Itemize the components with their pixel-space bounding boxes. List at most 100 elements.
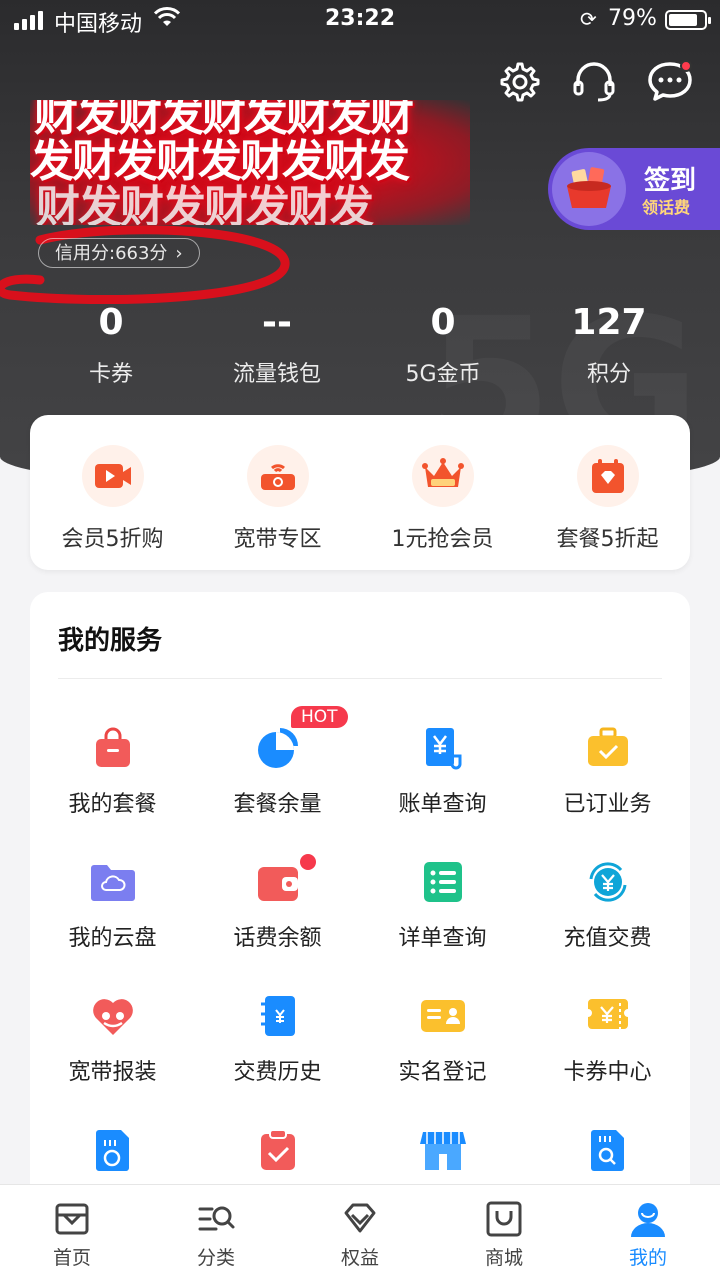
message-unread-dot — [680, 60, 692, 72]
promo-broadband[interactable]: 宽带专区 — [195, 415, 360, 570]
service-label: 详单查询 — [398, 926, 487, 951]
tab-category[interactable]: 分类 — [144, 1185, 288, 1280]
sd-search-icon — [584, 1126, 632, 1174]
shop-icon — [486, 1201, 522, 1237]
yuan-refresh-icon — [584, 858, 632, 906]
service-bill-query[interactable]: 账单查询 — [360, 700, 525, 834]
clipboard-icon — [254, 1126, 302, 1174]
service-detail-query[interactable]: 详单查询 — [360, 834, 525, 968]
service-label: 实名登记 — [398, 1060, 487, 1085]
signin-subtitle: 领话费 — [642, 198, 691, 217]
promo-plan-discount[interactable]: 套餐5折起 — [525, 415, 690, 570]
status-bar: 中国移动 23:22 ⟳ 79% — [0, 0, 720, 40]
tab-label: 商城 — [484, 1247, 523, 1269]
services-grid: 我的套餐 HOT 套餐余量 账单查询 已订业务 我的云盘 话费余额 详单查询 充… — [30, 700, 690, 1236]
promo-label: 1元抢会员 — [391, 527, 494, 552]
service-label: 充值交费 — [563, 926, 652, 951]
service-label: 卡券中心 — [563, 1060, 652, 1085]
tab-label: 权益 — [340, 1247, 379, 1269]
list-icon — [419, 858, 467, 906]
notebook-icon — [254, 992, 302, 1040]
hot-badge: HOT — [291, 706, 348, 728]
signin-badge[interactable]: 签到 领话费 — [548, 148, 720, 230]
service-coupon-center[interactable]: 卡券中心 — [525, 968, 690, 1102]
tab-label: 首页 — [52, 1247, 91, 1269]
service-label: 套餐余量 — [233, 792, 322, 817]
stat-label: 5G金币 — [405, 362, 481, 387]
stat-label: 卡券 — [88, 362, 133, 387]
service-subscribed[interactable]: 已订业务 — [525, 700, 690, 834]
credit-score-pill[interactable]: 信用分:663分 › — [38, 238, 200, 268]
service-my-plan[interactable]: 我的套餐 — [30, 700, 195, 834]
battery-percent: 79% — [608, 6, 657, 31]
stat-5g-coins[interactable]: 0 5G金币 — [360, 300, 526, 388]
gift-box-icon — [552, 152, 626, 226]
customer-service-icon[interactable] — [570, 58, 618, 106]
stat-value: 127 — [571, 302, 647, 343]
stat-value: -- — [262, 302, 292, 343]
service-broadband-install[interactable]: 宽带报装 — [30, 968, 195, 1102]
notification-dot — [300, 854, 316, 870]
battery-icon — [665, 10, 711, 30]
store-icon — [419, 1126, 467, 1174]
promo-label: 宽带专区 — [233, 527, 322, 552]
service-label: 已订业务 — [563, 792, 652, 817]
stat-data-wallet[interactable]: -- 流量钱包 — [194, 300, 360, 388]
tab-mall[interactable]: 商城 — [432, 1185, 576, 1280]
service-real-name[interactable]: 实名登记 — [360, 968, 525, 1102]
service-label: 话费余额 — [233, 926, 322, 951]
service-balance[interactable]: 话费余额 — [195, 834, 360, 968]
router-icon — [246, 445, 309, 507]
ticket-icon — [584, 992, 632, 1040]
bag-icon — [89, 724, 137, 772]
crown-icon — [411, 445, 474, 507]
bottom-tab-bar: 首页 分类 权益 商城 我的 — [0, 1184, 720, 1280]
rotation-lock-icon: ⟳ — [580, 7, 597, 31]
promo-1yuan-member[interactable]: 1元抢会员 — [360, 415, 525, 570]
category-icon — [198, 1206, 235, 1231]
service-plan-balance[interactable]: HOT 套餐余量 — [195, 700, 360, 834]
service-label: 我的云盘 — [68, 926, 157, 951]
promo-member-discount[interactable]: 会员5折购 — [30, 415, 195, 570]
tab-home[interactable]: 首页 — [0, 1185, 144, 1280]
service-label: 交费历史 — [233, 1060, 322, 1085]
cloud-folder-icon — [89, 858, 137, 906]
id-card-icon — [419, 992, 467, 1040]
tab-benefits[interactable]: 权益 — [288, 1185, 432, 1280]
name-scribble: 财发财发财发财发财 发财发财发财发财发 财发财发财发财发 — [30, 100, 470, 225]
stats-row: 0 卡券 -- 流量钱包 0 5G金币 127 积分 — [0, 300, 720, 388]
message-icon[interactable] — [646, 58, 694, 106]
service-cloud-drive[interactable]: 我的云盘 — [30, 834, 195, 968]
promo-label: 会员5折购 — [61, 527, 164, 552]
sim-icon — [89, 1126, 137, 1174]
heart-icon — [89, 992, 137, 1040]
tab-mine[interactable]: 我的 — [576, 1185, 720, 1280]
pie-icon — [254, 724, 302, 772]
bill-icon — [419, 724, 467, 772]
signin-title: 签到 — [644, 166, 697, 196]
video-icon — [81, 445, 144, 507]
home-icon — [55, 1203, 89, 1235]
settings-icon[interactable] — [494, 58, 542, 106]
promo-label: 套餐5折起 — [556, 527, 659, 552]
service-recharge[interactable]: 充值交费 — [525, 834, 690, 968]
calendar-gem-icon — [576, 445, 639, 507]
stat-points[interactable]: 127 积分 — [526, 300, 692, 388]
chevron-right-icon: › — [175, 242, 183, 264]
stat-label: 流量钱包 — [232, 362, 321, 387]
service-label: 宽带报装 — [68, 1060, 157, 1085]
tab-label: 我的 — [628, 1247, 667, 1269]
user-icon — [631, 1203, 665, 1237]
my-services-card: 我的服务 我的套餐 HOT 套餐余量 账单查询 已订业务 我的云盘 话费余额 详… — [30, 592, 690, 1212]
stat-coupons[interactable]: 0 卡券 — [28, 300, 194, 388]
services-title: 我的服务 — [58, 626, 163, 656]
service-payment-history[interactable]: 交费历史 — [195, 968, 360, 1102]
service-label: 我的套餐 — [68, 792, 157, 817]
tab-label: 分类 — [196, 1247, 235, 1269]
service-label: 账单查询 — [398, 792, 487, 817]
stat-value: 0 — [98, 302, 124, 343]
wallet-icon — [254, 858, 302, 906]
divider — [58, 678, 662, 679]
credit-score-text: 信用分:663分 — [55, 242, 168, 264]
stat-value: 0 — [430, 302, 456, 343]
